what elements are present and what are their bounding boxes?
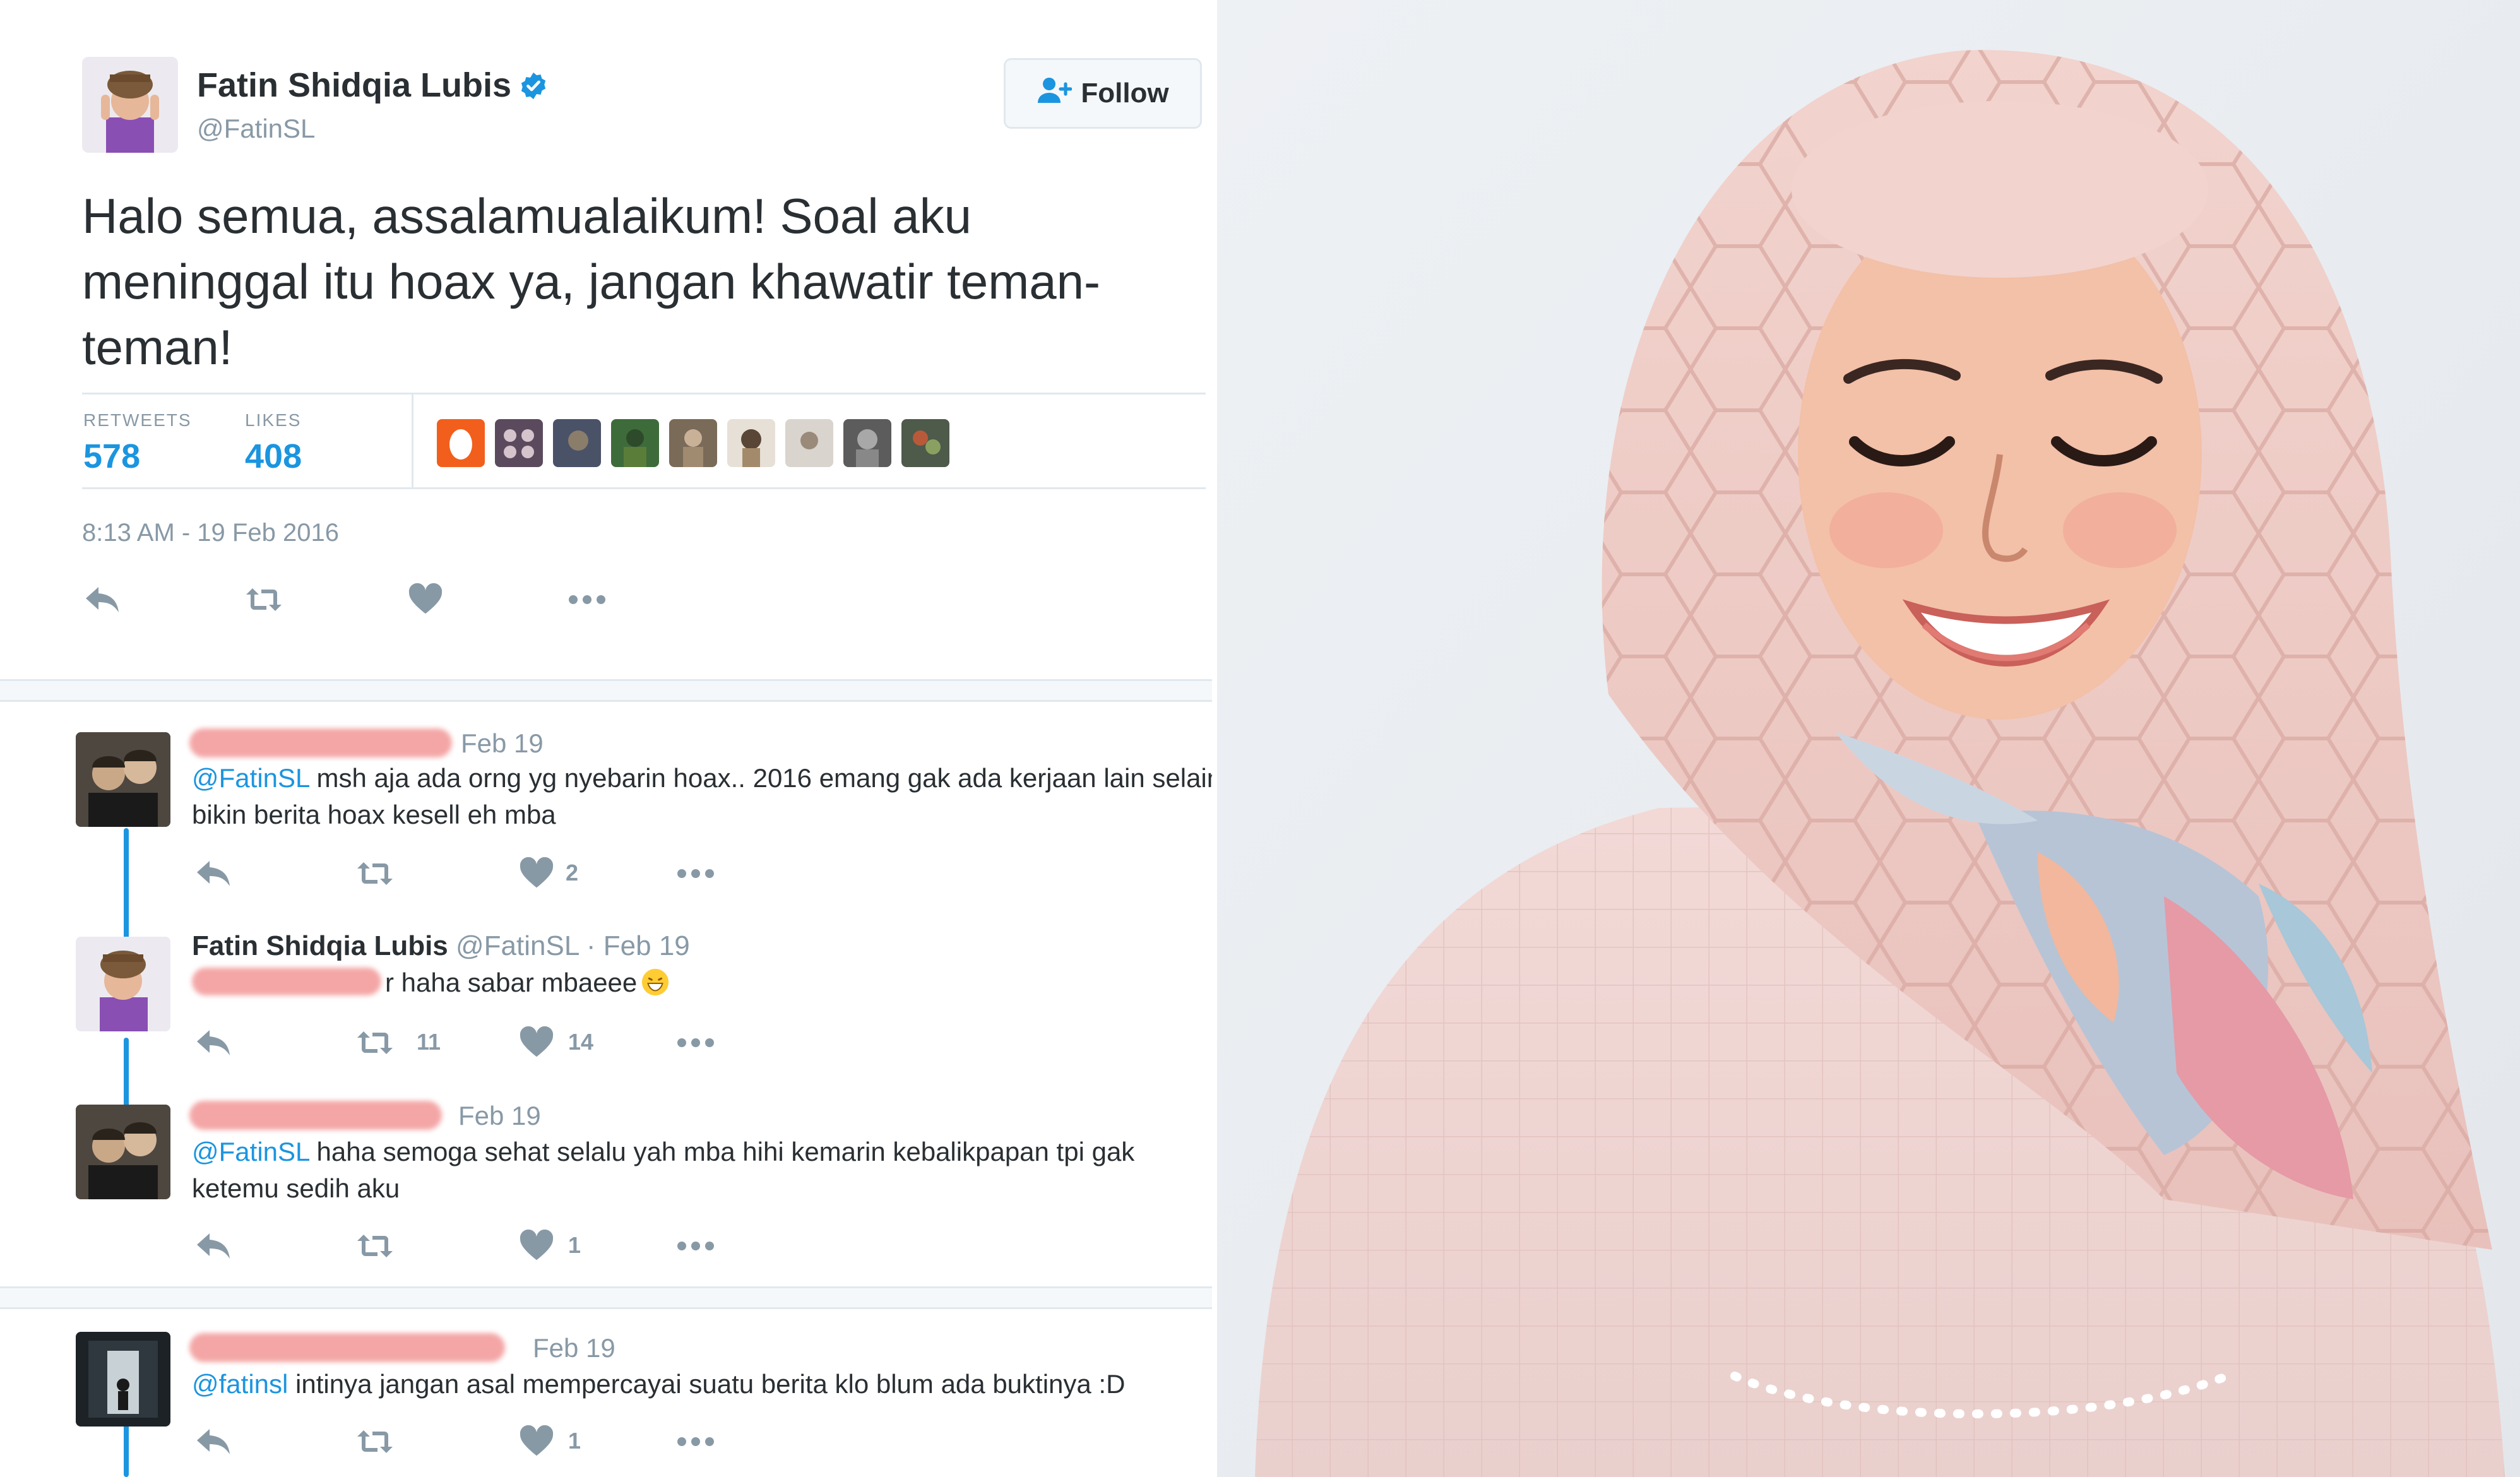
reply-like-count: 1 xyxy=(568,1428,581,1454)
follow-button[interactable]: Follow xyxy=(1004,58,1202,129)
reply-mention[interactable]: @FatinSL xyxy=(192,1137,309,1166)
like-heart-icon[interactable] xyxy=(516,1425,557,1458)
reply-date[interactable]: Feb 19 xyxy=(533,1333,615,1363)
reply-body: intinya jangan asal mempercayai suatu be… xyxy=(288,1369,1126,1399)
retweets-label: RETWEETS xyxy=(83,410,192,430)
like-heart-icon[interactable] xyxy=(405,583,446,616)
reply-text: @FatinSL msh aja ada orng yg nyebarin ho… xyxy=(192,760,1212,833)
portrait-photo xyxy=(1217,0,2520,1477)
tweet-text: Halo semua, assalamualaikum! Soal aku me… xyxy=(82,188,1100,375)
like-heart-icon[interactable] xyxy=(516,1026,557,1059)
stats-divider-bottom xyxy=(82,487,1206,489)
author-name-text[interactable]: Fatin Shidqia Lubis xyxy=(197,66,511,104)
liker-avatar[interactable] xyxy=(843,419,891,467)
more-dots-icon[interactable] xyxy=(675,1230,716,1262)
reply-like-count: 2 xyxy=(566,860,579,886)
section-separator xyxy=(0,1286,1212,1309)
redacted-username xyxy=(189,1101,442,1130)
retweet-icon[interactable] xyxy=(355,1230,395,1262)
thread-connector xyxy=(124,1420,129,1477)
retweet-icon[interactable] xyxy=(355,857,395,890)
reply-text: @FatinSL haha semoga sehat selalu yah mb… xyxy=(192,1134,1212,1207)
more-dots-icon[interactable] xyxy=(675,1425,716,1458)
retweet-icon[interactable] xyxy=(244,583,284,616)
verified-badge-icon xyxy=(519,69,548,100)
reply-like-count: 1 xyxy=(568,1232,581,1258)
reply-like-count: 14 xyxy=(568,1029,594,1055)
reply-author[interactable]: Fatin Shidqia Lubis @FatinSL · Feb 19 xyxy=(192,930,690,962)
liker-avatar[interactable] xyxy=(669,419,717,467)
liker-avatar[interactable] xyxy=(553,419,601,467)
liker-avatar[interactable] xyxy=(901,419,949,467)
smile-emoji-icon xyxy=(641,968,670,997)
reply-retweet-count: 11 xyxy=(417,1029,441,1055)
author-avatar[interactable] xyxy=(82,57,178,153)
reply-avatar[interactable] xyxy=(76,1332,170,1427)
portrait-illustration xyxy=(1217,0,2520,1477)
panel-divider xyxy=(1212,0,1217,1477)
stats-divider-top xyxy=(82,393,1206,394)
reply-body: r haha sabar mbaeee xyxy=(385,968,638,997)
redacted-username xyxy=(189,728,452,757)
follow-label: Follow xyxy=(1081,78,1169,109)
liker-avatar[interactable] xyxy=(727,419,775,467)
retweet-icon[interactable] xyxy=(355,1026,395,1059)
likes-count[interactable]: 408 xyxy=(245,437,302,476)
reply-icon[interactable] xyxy=(193,1425,234,1458)
redacted-mention xyxy=(192,968,381,995)
like-heart-icon[interactable] xyxy=(516,1230,557,1262)
reply-avatar[interactable] xyxy=(76,937,170,1031)
reply-avatar[interactable] xyxy=(76,1105,170,1199)
reply-text: r haha sabar mbaeee xyxy=(192,964,1212,1001)
liker-avatar[interactable] xyxy=(437,419,485,467)
reply-icon[interactable] xyxy=(82,583,122,616)
liker-avatar[interactable] xyxy=(611,419,659,467)
more-dots-icon[interactable] xyxy=(567,583,607,616)
more-dots-icon[interactable] xyxy=(675,857,716,890)
reply-icon[interactable] xyxy=(193,1026,234,1059)
reply-avatar[interactable] xyxy=(76,732,170,827)
like-heart-icon[interactable] xyxy=(516,857,557,890)
tweet-panel: Fatin Shidqia Lubis @FatinSL Follow Halo… xyxy=(0,0,1212,1477)
liker-avatar[interactable] xyxy=(785,419,833,467)
redacted-username xyxy=(189,1333,505,1362)
liker-avatar[interactable] xyxy=(495,419,543,467)
reply-date[interactable]: Feb 19 xyxy=(461,728,544,759)
follow-person-icon xyxy=(1037,76,1073,111)
tweet-timestamp[interactable]: 8:13 AM - 19 Feb 2016 xyxy=(82,519,339,547)
reply-text: @fatinsl intinya jangan asal mempercayai… xyxy=(192,1366,1212,1403)
author-name[interactable]: Fatin Shidqia Lubis xyxy=(197,66,548,105)
retweets-count[interactable]: 578 xyxy=(83,437,140,476)
author-handle[interactable]: @FatinSL xyxy=(197,114,315,144)
reply-mention[interactable]: @FatinSL xyxy=(192,763,309,793)
reply-icon[interactable] xyxy=(193,857,234,890)
reply-body: haha semoga sehat selalu yah mba hihi ke… xyxy=(192,1137,1135,1203)
stats-divider-vertical xyxy=(412,393,413,487)
reply-mention[interactable]: @fatinsl xyxy=(192,1369,288,1399)
reply-author-name[interactable]: Fatin Shidqia Lubis xyxy=(192,930,448,961)
reply-date[interactable]: Feb 19 xyxy=(458,1101,541,1131)
reply-icon[interactable] xyxy=(193,1230,234,1262)
likes-label: LIKES xyxy=(245,410,302,430)
more-dots-icon[interactable] xyxy=(675,1026,716,1059)
retweet-icon[interactable] xyxy=(355,1425,395,1458)
section-separator xyxy=(0,679,1212,702)
reply-handle-date[interactable]: @FatinSL · Feb 19 xyxy=(456,930,690,961)
reply-body: msh aja ada orng yg nyebarin hoax.. 2016… xyxy=(192,763,1212,829)
